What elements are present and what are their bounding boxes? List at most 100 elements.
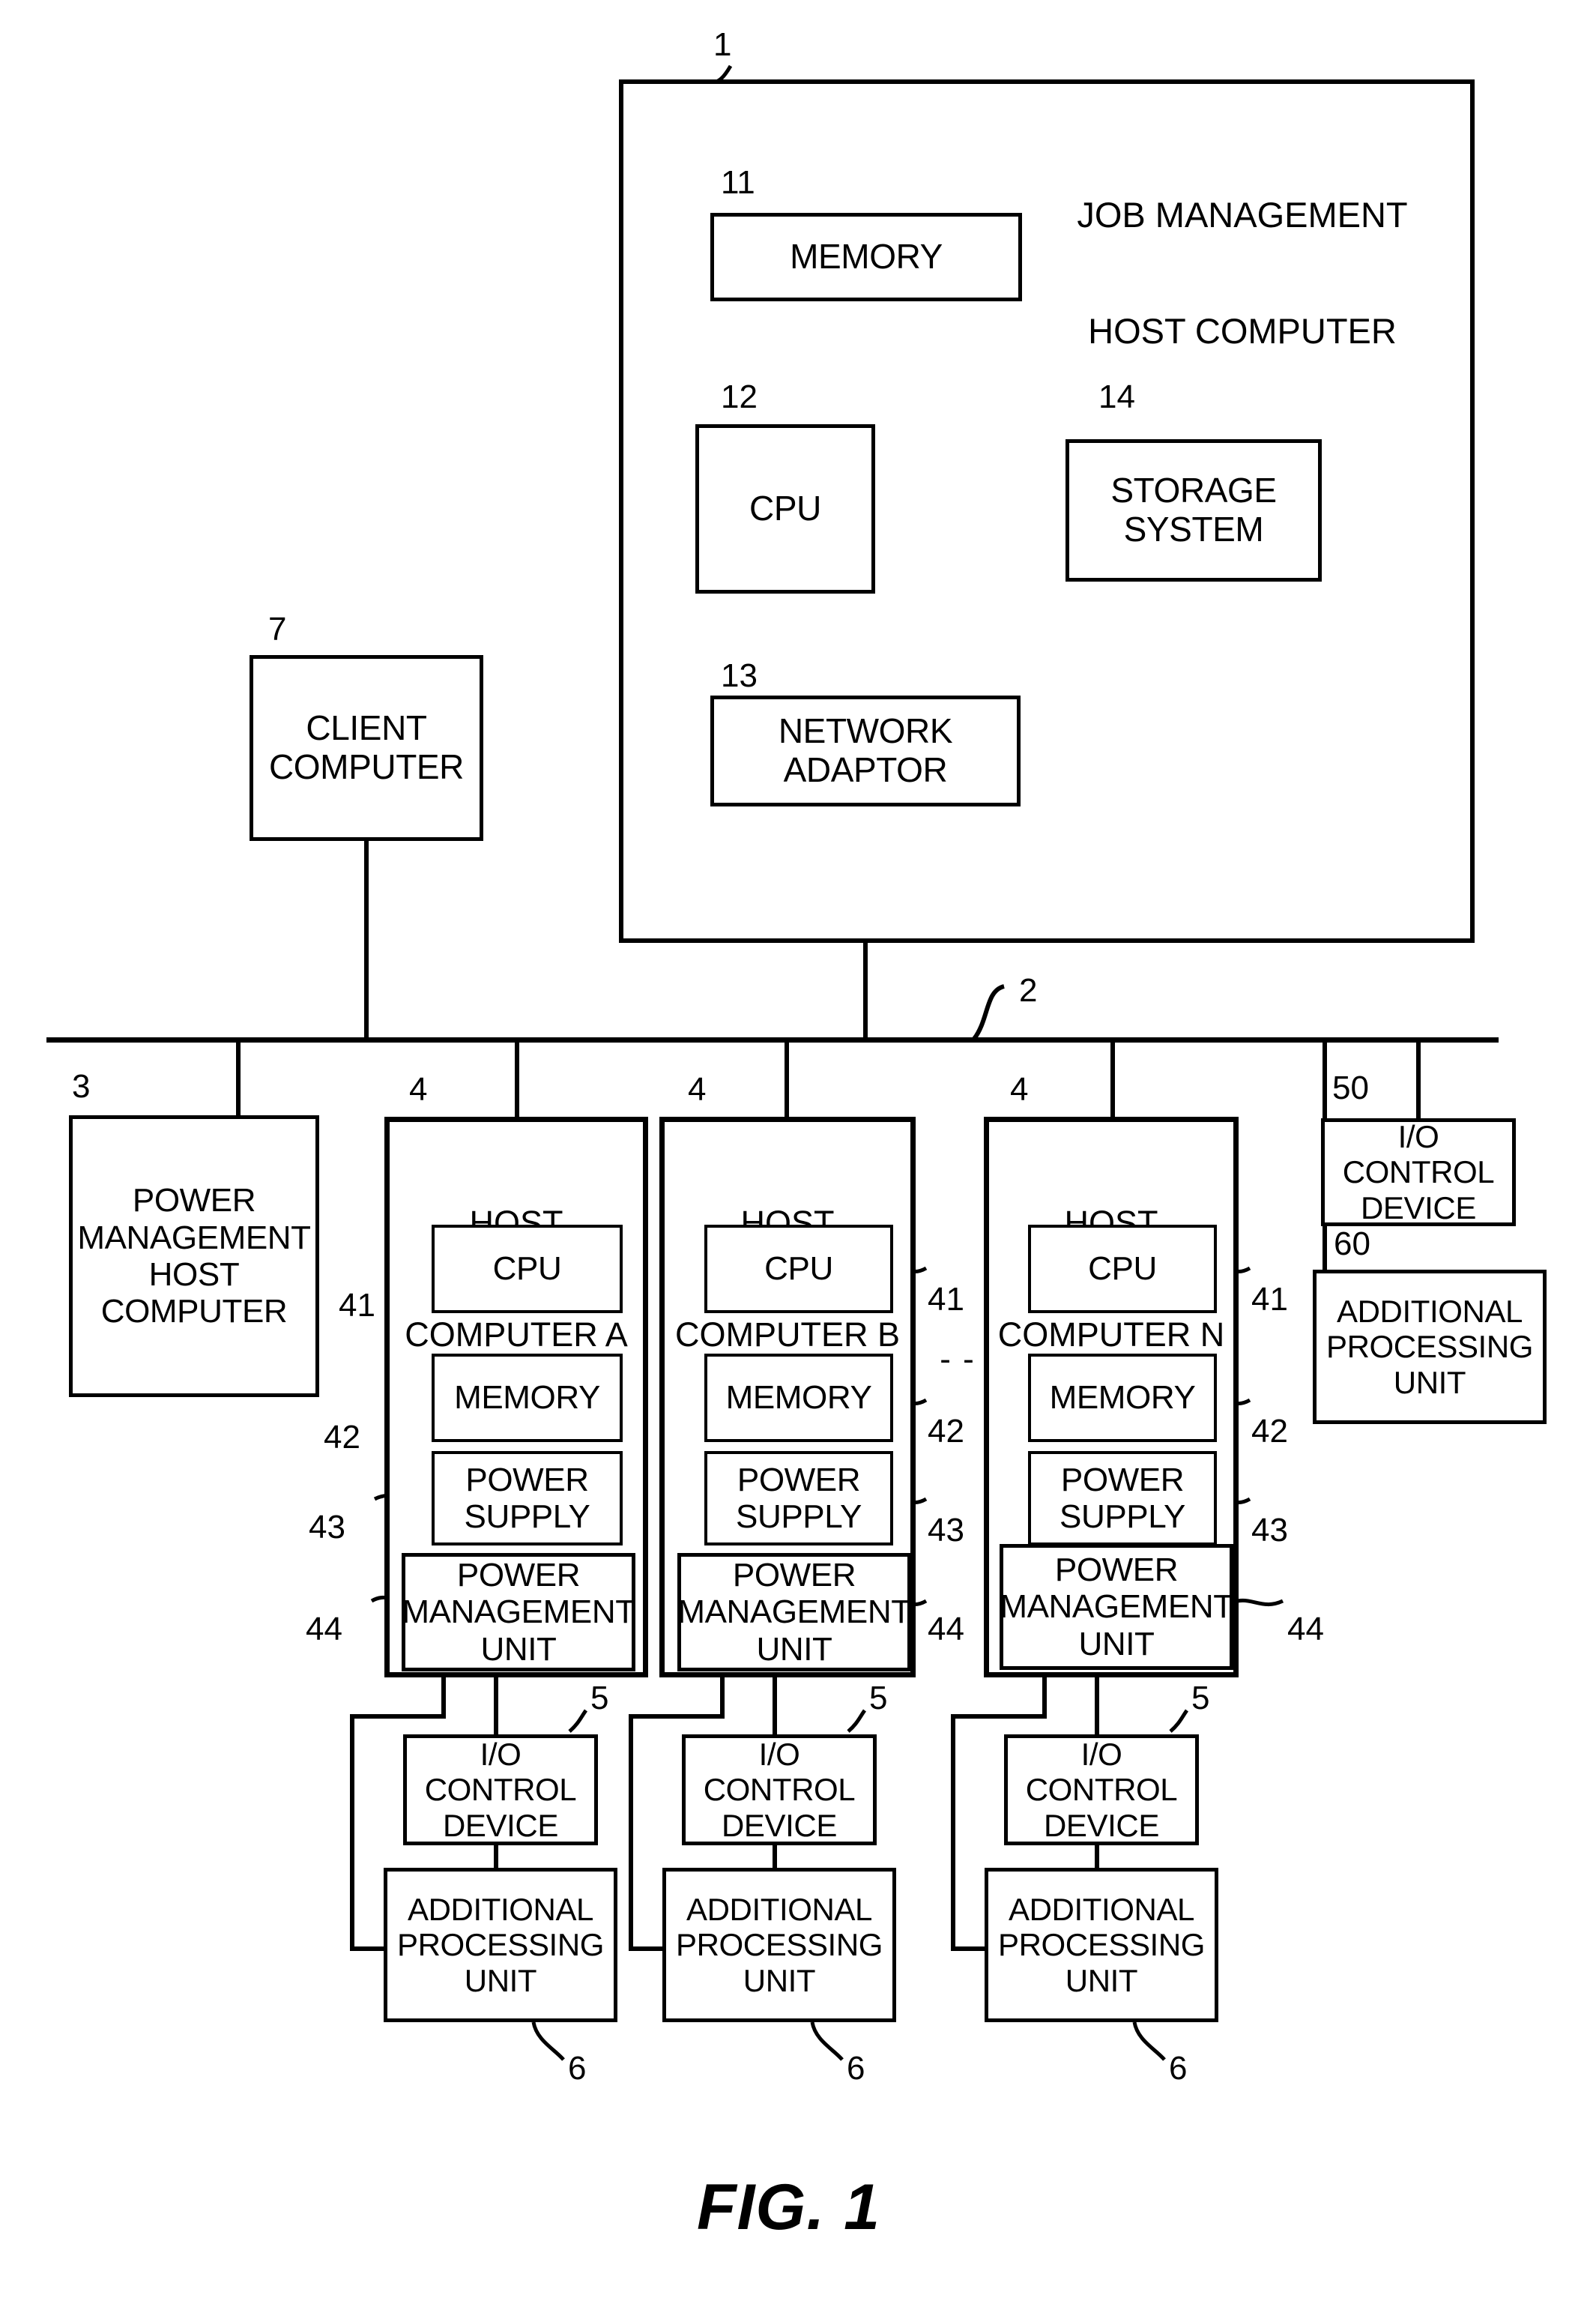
ref-41-host-n: 41 [1251, 1281, 1288, 1318]
shared-additional-processing-unit-block: ADDITIONAL PROCESSING UNIT [1313, 1270, 1547, 1424]
network-bus [46, 1037, 1499, 1043]
ref-13: 13 [721, 657, 758, 694]
memory-label: MEMORY [790, 237, 943, 277]
host-a-io-label: I/O CONTROL DEVICE [425, 1737, 577, 1842]
ref-7: 7 [268, 611, 287, 648]
host-b-power-supply-label: POWER SUPPLY [736, 1462, 862, 1536]
ref-6-host-b: 6 [847, 2050, 865, 2087]
shared-io-line-2: CONTROL [1342, 1154, 1495, 1190]
pmh-line-1: POWER [132, 1182, 256, 1219]
ref-6-host-n: 6 [1169, 2050, 1188, 2087]
ref-50: 50 [1332, 1070, 1369, 1106]
ref-14: 14 [1098, 379, 1135, 415]
host-a-pmu-label: POWER MANAGEMENT UNIT [402, 1557, 635, 1668]
ref-42-host-n: 42 [1251, 1413, 1288, 1450]
title-line-1: JOB MANAGEMENT [1077, 195, 1408, 235]
title-line-2: HOST COMPUTER [1088, 311, 1397, 352]
host-b-io-control-device-block: I/O CONTROL DEVICE [682, 1734, 877, 1845]
host-b-pmu-line-3: UNIT [756, 1630, 832, 1668]
ref-2: 2 [1019, 972, 1038, 1009]
host-b-apu-label: ADDITIONAL PROCESSING UNIT [676, 1892, 883, 1997]
host-n-io-line-1: I/O [1080, 1737, 1122, 1773]
pmh-line-3: HOST [148, 1256, 240, 1293]
host-n-pmu-line-3: UNIT [1078, 1625, 1155, 1662]
host-n-apu-line-1: ADDITIONAL [1008, 1892, 1195, 1928]
host-a-apu-line-1: ADDITIONAL [407, 1892, 594, 1928]
host-b-line-2: COMPUTER B [674, 1315, 900, 1354]
figure-caption: FIG. 1 [697, 2171, 880, 2243]
shared-io-line-3: DEVICE [1361, 1189, 1476, 1225]
host-n-apu-line-2: PROCESSING [997, 1927, 1206, 1963]
patent-figure-page: 1 JOB MANAGEMENT HOST COMPUTER 11 MEMORY… [0, 0, 1596, 2301]
storage-system-block: STORAGE SYSTEM [1065, 439, 1322, 582]
host-a-io-line-2: CONTROL [424, 1772, 577, 1808]
host-b-ps-line-2: SUPPLY [736, 1498, 862, 1535]
host-n-ps-line-1: POWER [1060, 1461, 1185, 1498]
ref-4-host-b: 4 [688, 1071, 707, 1108]
ref-6-host-a: 6 [568, 2050, 587, 2087]
storage-line-2: SYSTEM [1123, 510, 1264, 549]
host-n-pmu-label: POWER MANAGEMENT UNIT [1000, 1551, 1233, 1662]
client-line-1: CLIENT [306, 708, 427, 748]
client-computer-label: CLIENT COMPUTER [269, 709, 464, 786]
host-n-io-line-2: CONTROL [1025, 1772, 1178, 1808]
pmh-line-2: MANAGEMENT [77, 1219, 311, 1256]
host-b-apu-line-1: ADDITIONAL [686, 1892, 873, 1928]
host-n-cpu-block: CPU [1028, 1225, 1217, 1313]
host-b-cpu-label: CPU [764, 1250, 833, 1288]
host-a-ps-line-2: SUPPLY [464, 1498, 590, 1535]
host-n-io-label: I/O CONTROL DEVICE [1026, 1737, 1178, 1842]
ref-43-host-b: 43 [928, 1512, 964, 1548]
host-a-memory-block: MEMORY [432, 1354, 623, 1442]
power-management-host-computer-block: POWER MANAGEMENT HOST COMPUTER [69, 1115, 319, 1397]
shared-apu-line-2: PROCESSING [1326, 1329, 1534, 1365]
host-n-cpu-label: CPU [1088, 1250, 1157, 1288]
host-b-pmu-line-2: MANAGEMENT [677, 1593, 911, 1631]
ref-43-host-n: 43 [1251, 1512, 1288, 1548]
client-computer-block: CLIENT COMPUTER [250, 655, 483, 841]
storage-system-label: STORAGE SYSTEM [1110, 471, 1277, 549]
host-a-line-2: COMPUTER A [405, 1315, 628, 1354]
network-adaptor-label: NETWORK ADAPTOR [779, 712, 953, 789]
host-n-pmu-line-2: MANAGEMENT [1000, 1588, 1233, 1626]
host-a-power-supply-label: POWER SUPPLY [465, 1462, 590, 1536]
ref-4-host-n: 4 [1010, 1071, 1029, 1108]
host-b-io-line-3: DEVICE [722, 1807, 837, 1843]
host-b-memory-label: MEMORY [725, 1379, 872, 1417]
shared-apu-line-1: ADDITIONAL [1336, 1294, 1523, 1330]
client-line-2: COMPUTER [268, 747, 465, 786]
host-a-power-management-unit-block: POWER MANAGEMENT UNIT [402, 1553, 635, 1671]
host-b-io-line-1: I/O [758, 1737, 800, 1773]
ref-4-host-a: 4 [409, 1071, 428, 1108]
host-b-apu-line-3: UNIT [743, 1962, 816, 1998]
host-b-additional-processing-unit-block: ADDITIONAL PROCESSING UNIT [662, 1868, 896, 2022]
host-b-pmu-line-1: POWER [732, 1557, 856, 1594]
host-a-memory-label: MEMORY [454, 1379, 600, 1417]
host-b-io-line-2: CONTROL [703, 1772, 856, 1808]
host-b-apu-line-2: PROCESSING [675, 1927, 883, 1963]
storage-line-1: STORAGE [1110, 471, 1277, 510]
host-n-additional-processing-unit-block: ADDITIONAL PROCESSING UNIT [985, 1868, 1218, 2022]
cpu-block: CPU [695, 424, 875, 594]
cpu-label: CPU [749, 489, 821, 528]
host-n-memory-label: MEMORY [1049, 1379, 1196, 1417]
ref-11: 11 [721, 164, 755, 201]
ref-42-host-a: 42 [324, 1419, 360, 1456]
host-b-io-label: I/O CONTROL DEVICE [704, 1737, 856, 1842]
host-a-apu-label: ADDITIONAL PROCESSING UNIT [397, 1892, 604, 1997]
shared-apu-line-3: UNIT [1393, 1364, 1466, 1400]
ref-5-host-n: 5 [1191, 1680, 1210, 1716]
ref-44-host-n: 44 [1287, 1611, 1324, 1647]
ref-41-host-a: 41 [339, 1287, 375, 1324]
shared-apu-label: ADDITIONAL PROCESSING UNIT [1326, 1294, 1533, 1399]
ref-43-host-a: 43 [309, 1509, 345, 1545]
host-b-memory-block: MEMORY [704, 1354, 893, 1442]
host-a-power-supply-block: POWER SUPPLY [432, 1451, 623, 1545]
host-n-pmu-line-1: POWER [1054, 1551, 1179, 1589]
shared-io-control-device-block: I/O CONTROL DEVICE [1321, 1118, 1516, 1226]
ref-60: 60 [1334, 1225, 1370, 1262]
network-adaptor-block: NETWORK ADAPTOR [710, 696, 1021, 806]
series-ellipsis: - - [940, 1341, 976, 1378]
host-n-apu-label: ADDITIONAL PROCESSING UNIT [998, 1892, 1205, 1997]
ref-44-host-a: 44 [306, 1611, 342, 1647]
